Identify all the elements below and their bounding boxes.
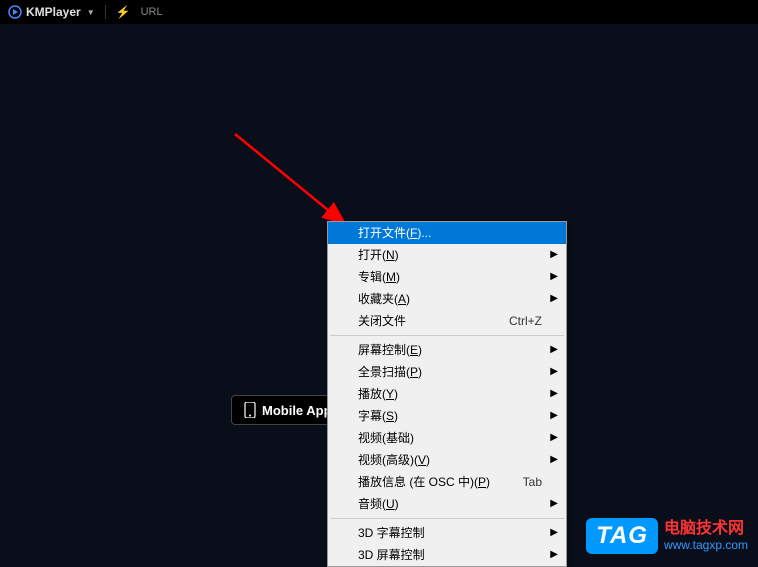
menu-item-7[interactable]: 全景扫描(P) ▶ (328, 361, 566, 383)
menu-item-label: 屏幕控制(E) (358, 342, 422, 358)
menu-item-11[interactable]: 视频(高级)(V) ▶ (328, 449, 566, 471)
menu-item-label: 3D 屏幕控制 (358, 547, 425, 563)
chevron-right-icon: ▶ (550, 291, 558, 307)
app-name-label: KMPlayer (26, 5, 81, 19)
watermark: TAG 电脑技术网 www.tagxp.com (586, 518, 748, 554)
menu-item-label: 播放(Y) (358, 386, 398, 402)
menu-item-8[interactable]: 播放(Y) ▶ (328, 383, 566, 405)
menu-separator (330, 335, 564, 336)
chevron-right-icon: ▶ (550, 364, 558, 380)
menu-item-label: 专辑(M) (358, 269, 400, 285)
watermark-text: 电脑技术网 www.tagxp.com (664, 519, 748, 553)
menu-item-12[interactable]: 播放信息 (在 OSC 中)(P) Tab (328, 471, 566, 493)
watermark-badge: TAG (586, 518, 658, 554)
chevron-right-icon: ▶ (550, 547, 558, 563)
chevron-right-icon: ▶ (550, 386, 558, 402)
menu-item-label: 关闭文件 (358, 313, 406, 329)
menu-item-label: 视频(基础) (358, 430, 414, 446)
menu-item-label: 3D 字幕控制 (358, 525, 425, 541)
menu-item-label: 打开(N) (358, 247, 399, 263)
context-menu: 打开文件(F)... 打开(N) ▶ 专辑(M) ▶ 收藏夹(A) ▶ 关闭文件 Ctrl+Z 屏… (327, 221, 567, 567)
menu-item-4[interactable]: 关闭文件 Ctrl+Z (328, 310, 566, 332)
watermark-url: www.tagxp.com (664, 538, 748, 552)
menu-item-label: 字幕(S) (358, 408, 398, 424)
app-logo-button[interactable]: KMPlayer ▼ (8, 5, 95, 19)
chevron-right-icon: ▶ (550, 452, 558, 468)
bolt-icon[interactable]: ⚡ (116, 5, 131, 19)
menu-item-0[interactable]: 打开文件(F)... (328, 222, 566, 244)
menu-shortcut: Tab (523, 474, 542, 490)
menu-item-9[interactable]: 字幕(S) ▶ (328, 405, 566, 427)
menu-item-10[interactable]: 视频(基础) ▶ (328, 427, 566, 449)
chevron-right-icon: ▶ (550, 269, 558, 285)
chevron-right-icon: ▶ (550, 342, 558, 358)
chevron-right-icon: ▶ (550, 430, 558, 446)
menu-item-2[interactable]: 专辑(M) ▶ (328, 266, 566, 288)
menu-item-6[interactable]: 屏幕控制(E) ▶ (328, 339, 566, 361)
menu-separator (330, 518, 564, 519)
menu-item-16[interactable]: 3D 屏幕控制 ▶ (328, 544, 566, 566)
chevron-down-icon: ▼ (87, 8, 95, 17)
menu-item-label: 打开文件(F)... (358, 225, 431, 241)
menu-shortcut: Ctrl+Z (509, 313, 542, 329)
watermark-title: 电脑技术网 (664, 519, 748, 538)
menu-item-3[interactable]: 收藏夹(A) ▶ (328, 288, 566, 310)
kmplayer-logo-icon (8, 5, 22, 19)
chevron-right-icon: ▶ (550, 247, 558, 263)
menu-item-13[interactable]: 音频(U) ▶ (328, 493, 566, 515)
divider (105, 5, 106, 19)
menu-item-1[interactable]: 打开(N) ▶ (328, 244, 566, 266)
menu-item-label: 全景扫描(P) (358, 364, 422, 380)
menu-item-label: 音频(U) (358, 496, 399, 512)
menu-item-15[interactable]: 3D 字幕控制 ▶ (328, 522, 566, 544)
title-bar: KMPlayer ▼ ⚡ URL (0, 0, 758, 24)
chevron-right-icon: ▶ (550, 525, 558, 541)
menu-item-label: 视频(高级)(V) (358, 452, 430, 468)
mobile-app-label: Mobile App (262, 403, 332, 418)
menu-item-label: 收藏夹(A) (358, 291, 410, 307)
menu-item-label: 播放信息 (在 OSC 中)(P) (358, 474, 490, 490)
chevron-right-icon: ▶ (550, 408, 558, 424)
phone-icon (244, 402, 256, 418)
chevron-right-icon: ▶ (550, 496, 558, 512)
main-area: Mobile App 打开文件(F)... 打开(N) ▶ 专辑(M) ▶ 收藏夹(A) ▶… (0, 24, 758, 559)
url-label[interactable]: URL (141, 6, 163, 18)
